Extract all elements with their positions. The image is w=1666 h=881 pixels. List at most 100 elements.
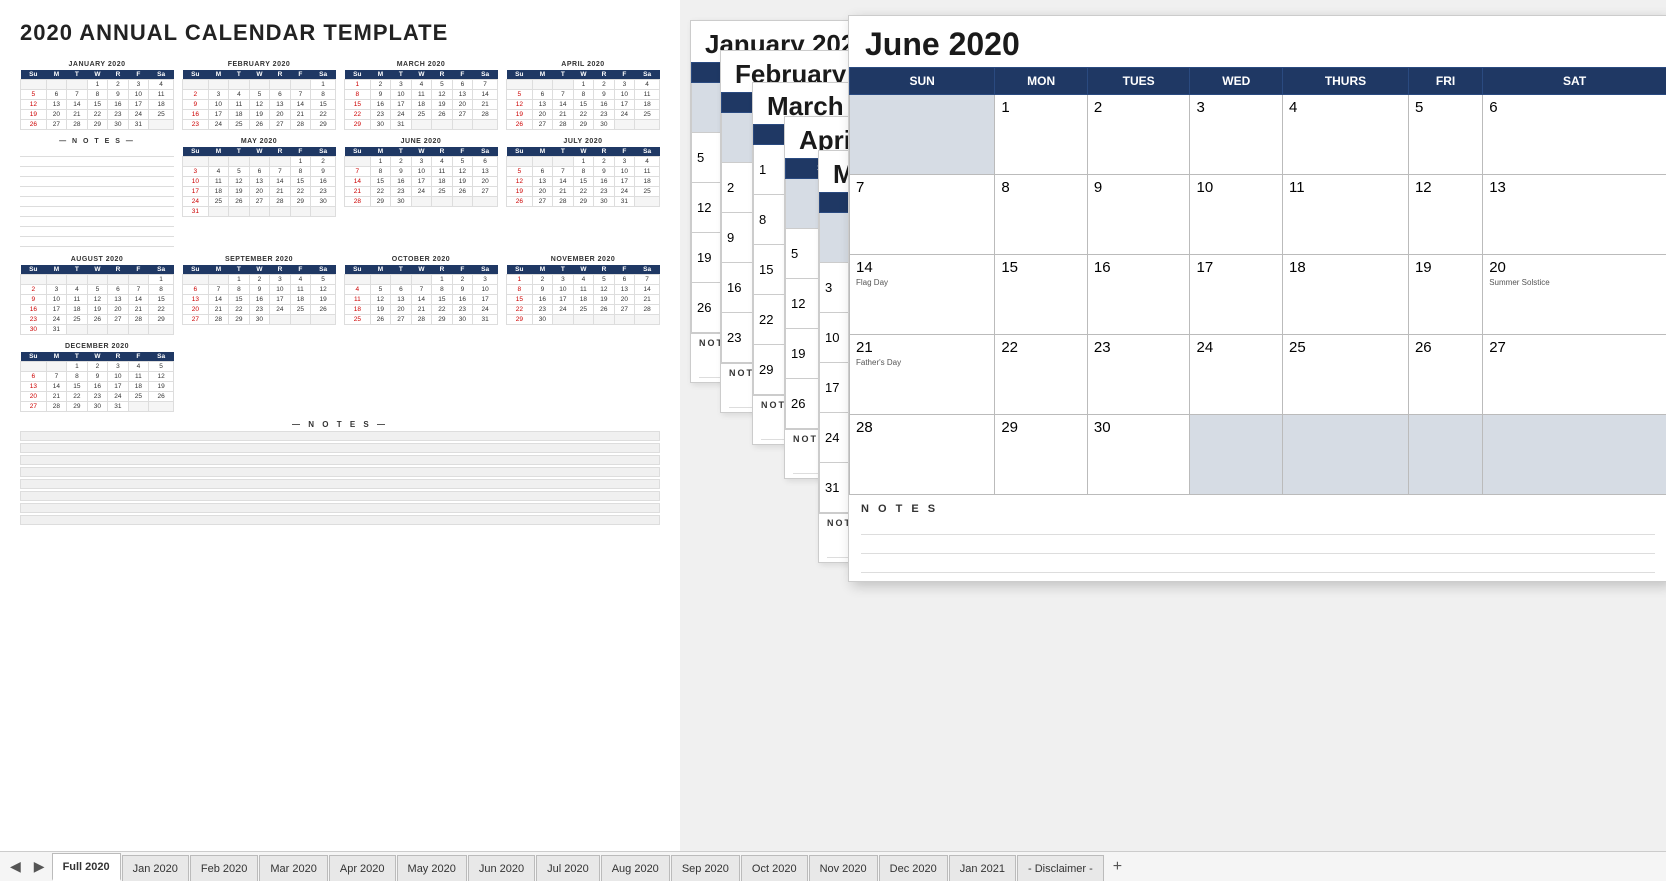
june-w5-mon: 29 — [995, 415, 1088, 495]
app-container: 2020 ANNUAL CALENDAR TEMPLATE JANUARY 20… — [0, 0, 1666, 881]
june-w4-tue: 23 — [1087, 335, 1190, 415]
tab-add-button[interactable]: + — [1105, 852, 1130, 881]
june-w2-mon: 8 — [995, 175, 1088, 255]
june-w4-mon: 22 — [995, 335, 1088, 415]
june-w5-thu — [1283, 415, 1409, 495]
mini-cal-november-2020: NOVEMBER 2020SuMTWRFSa123456789101112131… — [506, 256, 660, 335]
june-w4-thu: 25 — [1283, 335, 1409, 415]
june-title: June 2020 — [849, 16, 1666, 67]
june-w1-fri: 5 — [1408, 95, 1482, 175]
tab-mar-2020[interactable]: Mar 2020 — [259, 855, 327, 881]
notes-col: — N O T E S — — [20, 138, 174, 248]
mini-cal-title: AUGUST 2020 — [20, 256, 174, 263]
notes-lines-container — [20, 431, 660, 525]
june-w2-sun: 7 — [850, 175, 995, 255]
notes-line — [20, 515, 660, 525]
tab-nov-2020[interactable]: Nov 2020 — [809, 855, 878, 881]
tab-oct-2020[interactable]: Oct 2020 — [741, 855, 808, 881]
annual-title: 2020 ANNUAL CALENDAR TEMPLATE — [20, 20, 660, 46]
mini-cal-april-2020: APRIL 2020SuMTWRFSa123456789101112131415… — [506, 61, 660, 130]
june-w3-thu: 18 — [1283, 255, 1409, 335]
tab-full-2020[interactable]: Full 2020 — [52, 853, 121, 881]
tab--disclaimer-[interactable]: - Disclaimer - — [1017, 855, 1104, 881]
june-w2-sat: 13 — [1483, 175, 1666, 255]
tab-jun-2020[interactable]: Jun 2020 — [468, 855, 535, 881]
mini-cal-title: JUNE 2020 — [344, 138, 498, 145]
notes-line — [20, 443, 660, 453]
monthly-stack: January 2020 SUN MON TUES WED THURS FRI … — [680, 0, 1666, 851]
mini-cal-june-2020: JUNE 2020SuMTWRFSa1234567891011121314151… — [344, 138, 498, 248]
june-w1-wed: 3 — [1190, 95, 1283, 175]
mini-cal-august-2020: AUGUST 2020SuMTWRFSa12345678910111213141… — [20, 256, 174, 335]
mini-cal-march-2020: MARCH 2020SuMTWRFSa123456789101112131415… — [344, 61, 498, 130]
tab-apr-2020[interactable]: Apr 2020 — [329, 855, 396, 881]
mini-cal-september-2020: SEPTEMBER 2020SuMTWRFSa12345678910111213… — [182, 256, 336, 335]
june-w3-sun: 14Flag Day — [850, 255, 995, 335]
mini-cal-title: MARCH 2020 — [344, 61, 498, 68]
tab-may-2020[interactable]: May 2020 — [397, 855, 467, 881]
june-w2-thu: 11 — [1283, 175, 1409, 255]
tab-nav-left[interactable]: ◀ — [4, 852, 27, 881]
tab-bar: ◀ ▶ Full 2020Jan 2020Feb 2020Mar 2020Apr… — [0, 851, 1666, 881]
tab-feb-2020[interactable]: Feb 2020 — [190, 855, 258, 881]
june-w4-sun: 21Father's Day — [850, 335, 995, 415]
mini-cal-title: OCTOBER 2020 — [344, 256, 498, 263]
tabs-container: Full 2020Jan 2020Feb 2020Mar 2020Apr 202… — [52, 852, 1104, 881]
tab-dec-2020[interactable]: Dec 2020 — [879, 855, 948, 881]
notes-line — [20, 503, 660, 513]
mini-cal-title: JANUARY 2020 — [20, 61, 174, 68]
mini-cal-february-2020: FEBRUARY 2020SuMTWRFSa123456789101112131… — [182, 61, 336, 130]
june-w2-tue: 9 — [1087, 175, 1190, 255]
tab-sep-2020[interactable]: Sep 2020 — [671, 855, 740, 881]
notes-line — [20, 431, 660, 441]
notes-line — [20, 479, 660, 489]
mini-cal-title: JULY 2020 — [506, 138, 660, 145]
june-w3-tue: 16 — [1087, 255, 1190, 335]
june-w5-wed — [1190, 415, 1283, 495]
june-w2-fri: 12 — [1408, 175, 1482, 255]
june-w1-thu: 4 — [1283, 95, 1409, 175]
tab-jan-2021[interactable]: Jan 2021 — [949, 855, 1016, 881]
notes-line — [20, 467, 660, 477]
mini-cal-december-2020: DECEMBER 2020SuMTWRFSa123456789101112131… — [20, 343, 174, 412]
mini-cal-title: APRIL 2020 — [506, 61, 660, 68]
notes-line — [20, 455, 660, 465]
mini-cal-october-2020: OCTOBER 2020SuMTWRFSa1234567891011121314… — [344, 256, 498, 335]
june-w1-sun — [850, 95, 995, 175]
tab-aug-2020[interactable]: Aug 2020 — [601, 855, 670, 881]
mini-cal-title: MAY 2020 — [182, 138, 336, 145]
content-area: 2020 ANNUAL CALENDAR TEMPLATE JANUARY 20… — [0, 0, 1666, 851]
mini-cal-may-2020: MAY 2020SuMTWRFSa12345678910111213141516… — [182, 138, 336, 248]
june-w3-wed: 17 — [1190, 255, 1283, 335]
notes-section: — N O T E S — — [20, 420, 660, 525]
june-w3-mon: 15 — [995, 255, 1088, 335]
mini-cal-july-2020: JULY 2020SuMTWRFSa1234567891011121314151… — [506, 138, 660, 248]
june-w5-fri — [1408, 415, 1482, 495]
mini-cal-title: NOVEMBER 2020 — [506, 256, 660, 263]
june-w3-sat: 20Summer Solstice — [1483, 255, 1666, 335]
june-w4-fri: 26 — [1408, 335, 1482, 415]
june-w5-sun: 28 — [850, 415, 995, 495]
june-w5-tue: 30 — [1087, 415, 1190, 495]
june-w5-sat — [1483, 415, 1666, 495]
june-w1-tue: 2 — [1087, 95, 1190, 175]
june-w3-fri: 19 — [1408, 255, 1482, 335]
mini-cal-january-2020: JANUARY 2020SuMTWRFSa1234567891011121314… — [20, 61, 174, 130]
june-w4-wed: 24 — [1190, 335, 1283, 415]
notes-line — [20, 491, 660, 501]
notes-header: — N O T E S — — [20, 420, 660, 429]
tab-jul-2020[interactable]: Jul 2020 — [536, 855, 600, 881]
june-card: June 2020 SUN MON TUES WED THURS FRI SAT — [848, 15, 1666, 582]
june-notes: N O T E S — [849, 495, 1666, 581]
mini-calendars-grid: JANUARY 2020SuMTWRFSa1234567891011121314… — [20, 61, 660, 412]
june-w4-sat: 27 — [1483, 335, 1666, 415]
tab-jan-2020[interactable]: Jan 2020 — [122, 855, 189, 881]
mini-cal-title: DECEMBER 2020 — [20, 343, 174, 350]
june-w2-wed: 10 — [1190, 175, 1283, 255]
june-w1-sat: 6 — [1483, 95, 1666, 175]
mini-cal-title: FEBRUARY 2020 — [182, 61, 336, 68]
june-w1-mon: 1 — [995, 95, 1088, 175]
tab-nav-right[interactable]: ▶ — [28, 852, 51, 881]
annual-panel: 2020 ANNUAL CALENDAR TEMPLATE JANUARY 20… — [0, 0, 680, 851]
mini-cal-title: SEPTEMBER 2020 — [182, 256, 336, 263]
